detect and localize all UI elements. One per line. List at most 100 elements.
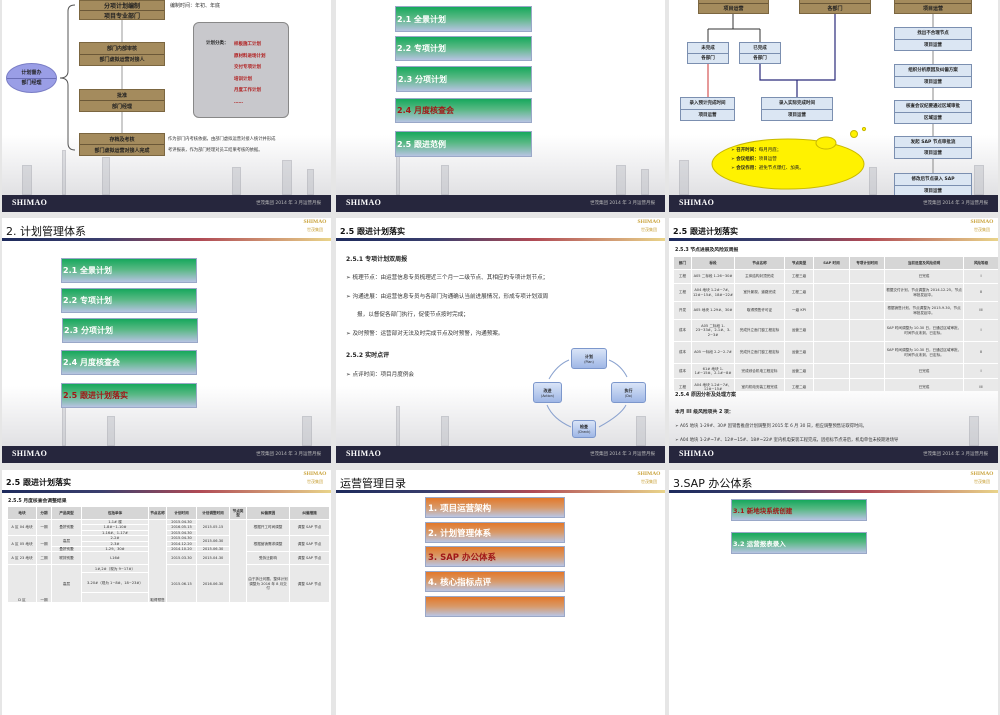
bullet: ➢ A04 地块 1-2#~7#、12#~15#、18#~22# 室内机电安装工… xyxy=(675,438,899,443)
cell: II xyxy=(963,341,998,364)
shimao-logo: SHIMAO 世茂集团 xyxy=(303,471,327,485)
box-sub: 项目运营 xyxy=(895,75,971,88)
header-divider xyxy=(336,490,665,493)
cell xyxy=(229,518,247,604)
slide-thumbnail-3[interactable]: 项目运营 各部门 项目运营 未完成 各部门 已完成 各部门 录入预计完成时间 项目运营… xyxy=(669,0,998,212)
column-header: 节点名称 xyxy=(148,506,167,520)
cloud-bullet: ➢ 召开时间：每月月底； xyxy=(731,148,782,153)
cell: 调整 SAP 节点 xyxy=(289,564,330,604)
cell: D 区 xyxy=(7,564,37,604)
cell: 根据开工时间调整 xyxy=(246,518,290,537)
slide-title: 2.5 跟进计划落实 xyxy=(673,227,738,236)
table-row: 成本 A05 二标段 1-23~33#、2-1#、3-2~3# 完成外立面门窗工程定… xyxy=(673,319,998,342)
slide-thumbnail-8[interactable]: 运营管理目录 SHIMAO 世茂集团 1. 项目运营架构 2. 计划管理体系 3. … xyxy=(336,470,665,715)
section-item-2-1[interactable]: 2.1 全景计划 xyxy=(395,6,532,32)
cell: 2015.06.15 xyxy=(166,564,197,604)
slide-footer: SHIMAO 世茂集团 2014 年 3 月运营月报 xyxy=(669,446,998,463)
section-item-2-2[interactable]: 2.2 专项计划 xyxy=(395,36,532,61)
cell: 运营三级 xyxy=(784,319,814,342)
logo-en: SHIMAO xyxy=(637,219,661,225)
right-flow-box: 修改后节点录入 SAP 项目运营 xyxy=(894,173,972,197)
toc-item-1[interactable]: 1. 项目运营架构 xyxy=(425,497,565,518)
logo-cn: 世茂集团 xyxy=(641,227,657,232)
box-title: 分项计划编制 xyxy=(103,3,140,10)
logo-en: SHIMAO xyxy=(637,471,661,477)
slide-thumbnail-4[interactable]: 2. 计划管理体系 SHIMAO 世茂集团 2.1 全景计划 2.2 专项计划 2.… xyxy=(2,218,331,463)
column-header: SAP 时间 xyxy=(813,256,850,270)
slide-title: 3.SAP 办公体系 xyxy=(673,477,753,490)
section-item-2-1[interactable]: 2.1 全景计划 xyxy=(61,258,197,283)
undone-box: 未完成 各部门 xyxy=(687,42,729,64)
done-box: 已完成 各部门 xyxy=(739,42,781,64)
toc-item-3[interactable]: 3. SAP 办公体系 xyxy=(425,546,565,567)
cell: 工程 xyxy=(673,269,692,284)
toc-item-2[interactable]: 2. 计划管理体系 xyxy=(425,522,565,543)
cell: 开发 xyxy=(673,301,692,320)
slide-thumbnail-9[interactable]: 3.SAP 办公体系 SHIMAO 世茂集团 3.1 新地块系统创建 3.2 运营报… xyxy=(669,470,998,715)
slide-thumbnail-7[interactable]: 2.5 跟进计划落实 SHIMAO 世茂集团 2.5.5 月度核查会调整结果 地块分… xyxy=(2,470,331,715)
slide-footer: SHIMAO 世茂集团 2014 年 3 月运营月报 xyxy=(336,195,665,212)
section-item-2-2[interactable]: 2.2 专项计划 xyxy=(61,288,197,313)
cell: 2015.06.30 xyxy=(196,535,230,548)
slide-thumbnail-6[interactable]: 2.5 跟进计划落实 SHIMAO 世茂集团 2.5.3 节点进展及风险双周报 部门… xyxy=(669,218,998,463)
bullet-text: A05 地块 1-29#、30# 因销售推盘计划调整到 2015 年 6 月 3… xyxy=(679,424,867,429)
cloud-bullet: ➢ 会议作用：避免节点爆红、加黄。 xyxy=(731,166,804,171)
box-sub: 项目运营 xyxy=(895,147,971,158)
cell: 根据销售计划，节点调整为 2015.9.30，节点审批发起中。 xyxy=(884,301,964,320)
cell: 工程 xyxy=(673,378,692,391)
slide-footer: SHIMAO 世茂集团 2014 年 3 月运营月报 xyxy=(336,446,665,463)
pdca-sub: (Plan) xyxy=(584,359,594,364)
cell: 调整 SAP 节点 xyxy=(289,551,330,566)
cell: A05 一标段 2-2~2-7# xyxy=(691,341,735,364)
table-row: 开发 A05 地块 1-29#、30# 取得预售许可证 一级 KPI 根据销售计划，节点… xyxy=(673,301,998,320)
toc-item-5[interactable] xyxy=(425,596,565,617)
right-flow-box: 发起 SAP 节点审批流 项目运营 xyxy=(894,136,972,159)
table-row: 工程 A04 地块 1-2#~7#、12#~15#、18#~22# 室外景观、道路完… xyxy=(673,283,998,302)
section-item-2-4[interactable]: 2.4 月度核查会 xyxy=(61,350,197,375)
box-sub: 项目运营 xyxy=(699,2,768,14)
cell: 工程二级 xyxy=(784,378,814,391)
section-item-2-4[interactable]: 2.4 月度核查会 xyxy=(395,98,532,123)
bullet-key: 会议作用： xyxy=(736,166,759,171)
box-title: 组织分析原因及纠偏方案 xyxy=(908,68,958,74)
pdca-plan: 计划 (Plan) xyxy=(571,348,607,369)
cell: 已完成 xyxy=(884,363,964,379)
slide-header: 2. 计划管理体系 SHIMAO 世茂集团 xyxy=(2,218,331,242)
box-title: 部门内部审核 xyxy=(106,45,137,52)
cell: 运营二级 xyxy=(784,363,814,379)
cell: I xyxy=(963,319,998,342)
slide-thumbnail-5[interactable]: 2.5 跟进计划落实 SHIMAO 世茂集团 2.5.1 专项计划双周报 ➢ 梳理节… xyxy=(336,218,665,463)
section-item-2-5[interactable]: 2.5 跟进范例 xyxy=(395,131,532,157)
risk-table: 部门 标段 节点名称 节点类型 SAP 时间 专项计划时间 当前进度及风险说明 风险等级 工程 A… xyxy=(673,256,998,391)
logo-en: SHIMAO xyxy=(303,471,327,477)
toc-item-4[interactable]: 4. 核心指标点评 xyxy=(425,571,565,592)
table-subtitle: 2.5.5 月度核查会调整结果 xyxy=(8,499,67,504)
scroll-item: 培训计划 xyxy=(234,76,252,82)
section-item-3-1[interactable]: 3.1 新地块系统创建 xyxy=(731,499,867,521)
section-item-2-5[interactable]: 2.5 跟进计划落实 xyxy=(61,383,197,408)
section-item-2-3[interactable]: 2.3 分项计划 xyxy=(62,318,198,343)
column-header: 标段 xyxy=(691,256,735,270)
cell: 根据营销需求调整 xyxy=(246,535,290,553)
slide-thumbnail-1[interactable]: 计划督办 部门经理 分项计划编制 项目专业部门 部门内部审核 部门虚拟运营对接人 批准… xyxy=(2,0,331,212)
cell: I xyxy=(963,363,998,379)
cell xyxy=(849,283,885,302)
section-item-2-3[interactable]: 2.3 分项计划 xyxy=(396,66,532,92)
section-item-3-2[interactable]: 3.2 运营报表录入 xyxy=(731,532,867,554)
scroll-item: 月度工作计划 xyxy=(234,88,261,93)
footer-logo: SHIMAO xyxy=(346,449,382,458)
cell xyxy=(813,269,850,284)
bottom-note-line: 作为部门内考核依据，由部门虚拟运营对接人统计并形成 xyxy=(168,137,276,142)
cell: A05 二标段 1-26~30# xyxy=(691,269,735,284)
cell: 受拆迁影响 xyxy=(246,551,290,566)
footer-text: 世茂集团 2014 年 3 月运营月报 xyxy=(589,201,655,206)
top-flow-box: 项目运营 xyxy=(698,0,769,14)
cell: 2015.04.30 xyxy=(196,551,230,566)
bullet: ➢ 及时预警：运营部对无法及时完成节点及时预警，沟通预案。 xyxy=(346,331,504,337)
pdca-act: 改进 (Action) xyxy=(533,382,562,403)
table-row: D 区一期 高层 1#,2#（现为 9~17#） 2015.06.15 2016.06.… xyxy=(7,564,330,604)
cell: L16# xyxy=(81,551,149,566)
slide-thumbnail-2[interactable]: 2.1 全景计划 2.2 专项计划 2.3 分项计划 2.4 月度核查会 2.5… xyxy=(336,0,665,212)
enter-actual-box: 录入实际完成时间 项目运营 xyxy=(761,97,833,121)
header-divider xyxy=(669,490,998,493)
